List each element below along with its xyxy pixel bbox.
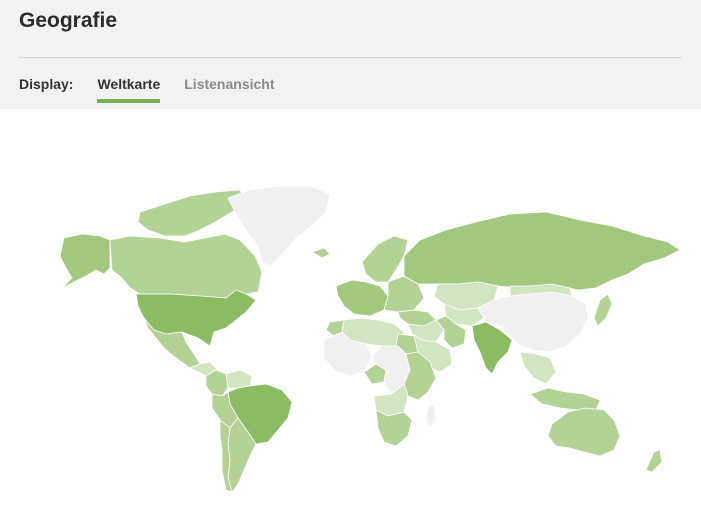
region-canada[interactable]: Canada — [109, 233, 263, 299]
region-southeast-asia[interactable]: Southeast Asia — [519, 351, 557, 385]
region-colombia[interactable]: Colombia — [205, 369, 229, 397]
tab-listenansicht[interactable]: Listenansicht — [184, 76, 274, 102]
region-new-zealand[interactable]: New Zealand — [645, 449, 663, 473]
region-venezuela[interactable]: Venezuela — [225, 369, 253, 389]
region-united-states[interactable]: United States — [135, 289, 257, 347]
region-indonesia[interactable]: Indonesia — [529, 387, 601, 411]
display-tabs: Display: Weltkarte Listenansicht — [19, 76, 299, 103]
region-russia[interactable]: Russia — [403, 211, 681, 291]
display-label: Display: — [19, 76, 74, 92]
region-madagascar[interactable]: Madagascar — [425, 403, 437, 429]
region-iceland[interactable]: Iceland — [311, 247, 331, 259]
world-map: Alaska Canada Canadian Arctic Islands Gr… — [0, 109, 701, 517]
page-header: Geografie Display: Weltkarte Listenansic… — [0, 0, 701, 109]
region-japan[interactable]: Japan — [593, 293, 613, 327]
region-southern-africa[interactable]: Southern Africa — [375, 409, 413, 447]
tab-weltkarte[interactable]: Weltkarte — [97, 76, 160, 103]
region-scandinavia[interactable]: Scandinavia — [361, 235, 409, 283]
region-alaska[interactable]: Alaska — [59, 233, 111, 289]
region-australia[interactable]: Australia — [547, 407, 621, 457]
page-title: Geografie — [19, 9, 118, 32]
world-map-svg: Alaska Canada Canadian Arctic Islands Gr… — [59, 185, 681, 493]
region-western-europe[interactable]: Western Europe — [335, 279, 389, 317]
header-divider — [19, 57, 682, 58]
region-canadian-arctic-islands[interactable]: Canadian Arctic Islands — [137, 189, 246, 237]
